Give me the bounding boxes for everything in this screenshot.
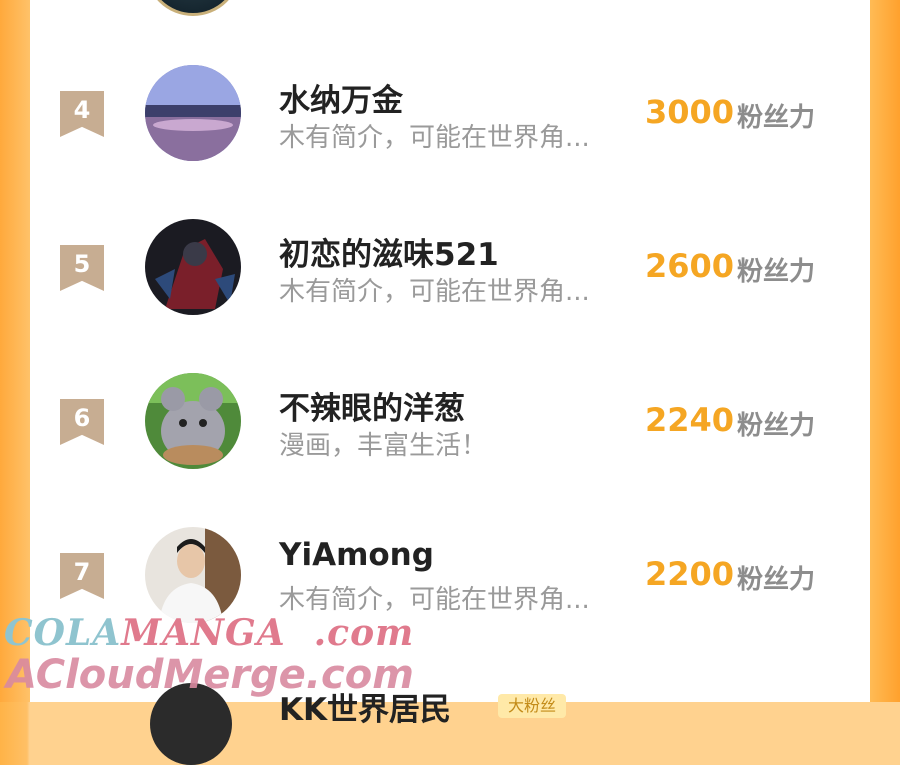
- user-name[interactable]: 不辣眼的洋葱: [279, 383, 465, 428]
- fan-badge: 大粉丝: [498, 694, 567, 718]
- watermark-acloudmerge: ACloudMerge.com: [6, 652, 414, 698]
- watermark-part: MANGA: [121, 612, 286, 654]
- user-intro: 木有简介，可能在世界角...: [279, 277, 590, 307]
- user-name[interactable]: YiAmong: [279, 537, 434, 573]
- avatar[interactable]: [145, 373, 241, 469]
- user-name[interactable]: 水纳万金: [279, 75, 403, 120]
- fan-score: 2200: [645, 555, 735, 593]
- rank-badge: 6: [60, 399, 104, 445]
- fan-score-unit: 粉丝力: [737, 257, 816, 287]
- user-intro: 木有简介，可能在世界角...: [279, 123, 590, 153]
- fan-score: 2600: [645, 247, 735, 285]
- avatar[interactable]: [145, 65, 241, 161]
- list-item[interactable]: 5 初恋的滋味521 木有简介，可能在世界角... 2600 粉丝力: [0, 209, 900, 329]
- user-intro: 漫画，丰富生活！: [279, 431, 488, 461]
- rank-badge: 4: [60, 91, 104, 137]
- fan-score-unit: 粉丝力: [737, 411, 816, 441]
- fan-score-unit: 粉丝力: [737, 103, 816, 133]
- list-item[interactable]: 6 不辣眼的洋葱 漫画，丰富生活！ 2240 粉丝力: [0, 363, 900, 483]
- user-name[interactable]: 初恋的滋味521: [279, 229, 499, 274]
- fan-score: 2240: [645, 401, 735, 439]
- fan-score-unit: 粉丝力: [737, 565, 816, 595]
- avatar[interactable]: [145, 527, 241, 623]
- watermark-part: COLA: [4, 612, 122, 654]
- watermark-part: .com: [313, 612, 415, 654]
- rank-badge: 7: [60, 553, 104, 599]
- rank-badge: 5: [60, 245, 104, 291]
- avatar[interactable]: [145, 219, 241, 315]
- fan-score: 3000: [645, 93, 735, 131]
- watermark-colamanga: COLAMANGA .com: [4, 612, 414, 654]
- list-item[interactable]: 4 水纳万金 木有简介，可能在世界角... 3000 粉丝力: [0, 55, 900, 175]
- user-intro: 木有简介，可能在世界角...: [279, 585, 590, 615]
